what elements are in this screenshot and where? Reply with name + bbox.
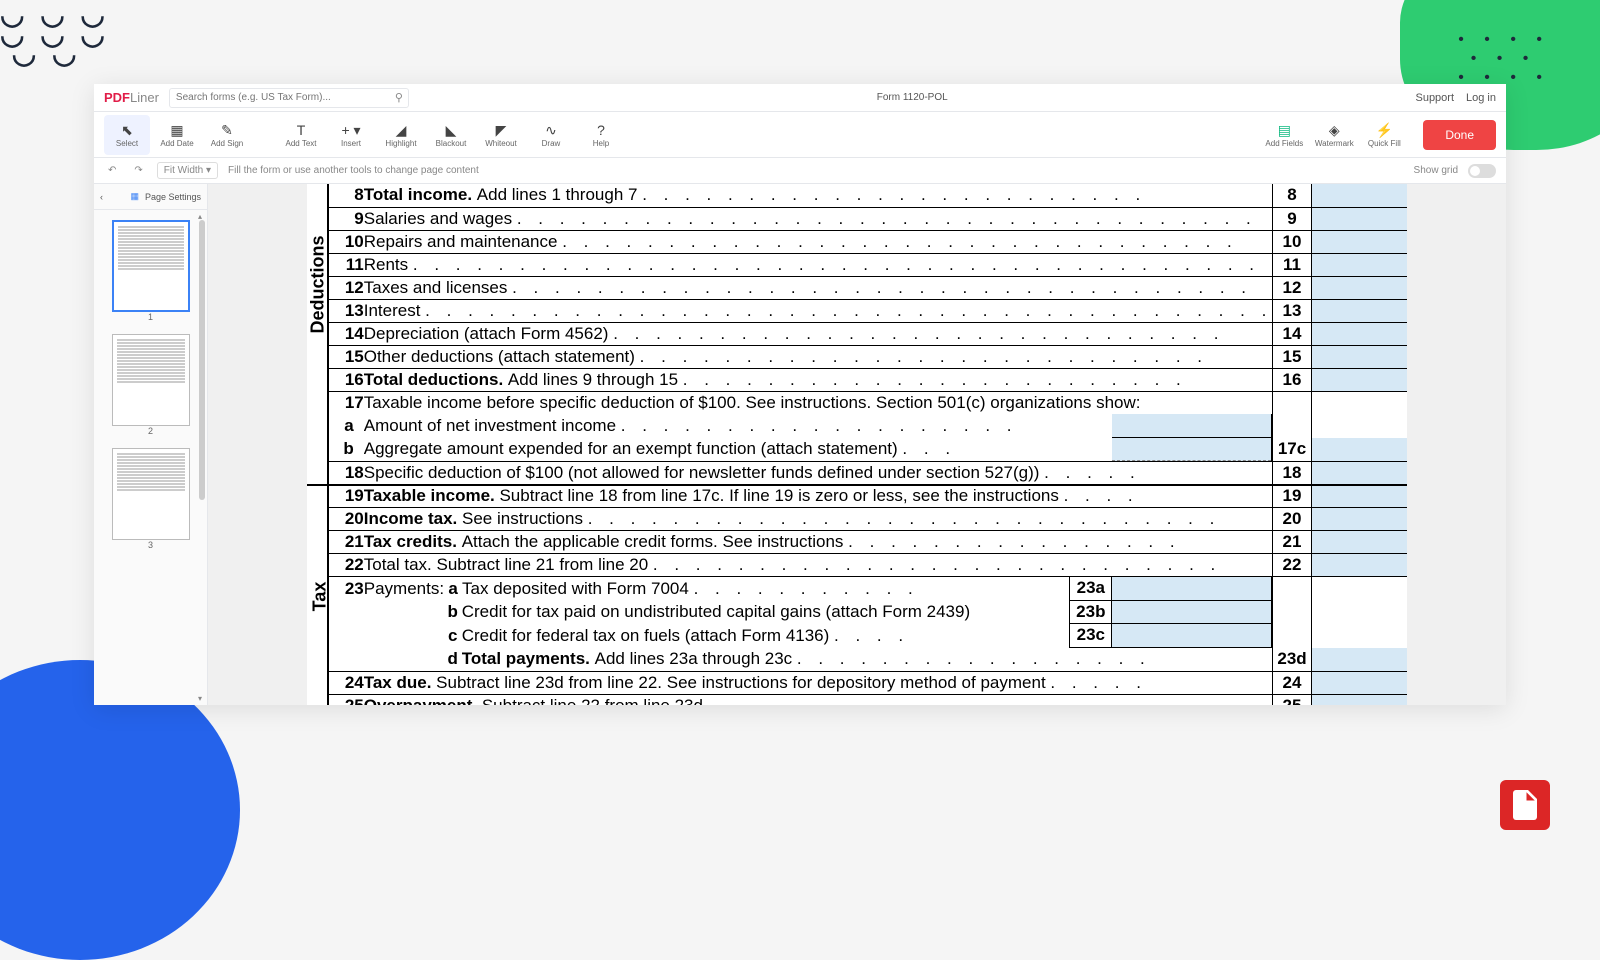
line-24-field[interactable] xyxy=(1311,671,1407,694)
line-23c-field[interactable] xyxy=(1112,624,1272,647)
help-icon: ? xyxy=(597,121,605,139)
document-title: Form 1120-POL xyxy=(409,92,1416,103)
main-area: ‹ ▦ Page Settings ▴ 1 2 3 xyxy=(94,184,1506,705)
line-12-field[interactable] xyxy=(1311,276,1407,299)
sidebar-scrollbar[interactable] xyxy=(199,220,205,500)
plus-icon: + ▾ xyxy=(341,121,360,139)
calendar-icon: ▦ xyxy=(170,121,183,139)
section-deductions: Deductions xyxy=(307,184,328,485)
tool-add-text[interactable]: TAdd Text xyxy=(278,115,324,155)
line-8-box: 8 xyxy=(1273,184,1311,207)
highlight-icon: ◢ xyxy=(396,121,407,139)
line-13-field[interactable] xyxy=(1311,299,1407,322)
form-page: Deductions 8 Total income. Add lines 1 t… xyxy=(307,184,1407,705)
zoom-select[interactable]: Fit Width ▾ xyxy=(157,162,218,179)
text-icon: T xyxy=(297,121,306,139)
line-20-field[interactable] xyxy=(1311,508,1407,531)
logo-pdf: PDF xyxy=(104,90,130,105)
scroll-down-icon[interactable]: ▾ xyxy=(195,694,205,703)
tool-select[interactable]: ⬉Select xyxy=(104,115,150,155)
pen-icon: ✎ xyxy=(221,121,233,139)
page-thumbnail-3[interactable]: 3 xyxy=(112,448,190,550)
decor-dots-top-right: • • • • • • • • • • • xyxy=(1458,30,1550,88)
top-bar: PDFLiner ⚲ Form 1120-POL Support Log in xyxy=(94,84,1506,112)
undo-button[interactable]: ↶ xyxy=(104,163,120,178)
line-18-field[interactable] xyxy=(1311,462,1407,485)
decor-blob-blue xyxy=(0,660,240,960)
line-25-field[interactable] xyxy=(1311,694,1407,705)
line-16-field[interactable] xyxy=(1311,368,1407,391)
cursor-icon: ⬉ xyxy=(121,121,133,139)
line-15-field[interactable] xyxy=(1311,345,1407,368)
tool-highlight[interactable]: ◢Highlight xyxy=(378,115,424,155)
line-23a-field[interactable] xyxy=(1112,577,1272,600)
show-grid-label: Show grid xyxy=(1414,165,1458,176)
line-10-field[interactable] xyxy=(1311,230,1407,253)
line-8-num: 8 xyxy=(328,184,364,207)
tool-insert[interactable]: + ▾Insert xyxy=(328,115,374,155)
fields-icon: ▤ xyxy=(1278,121,1291,139)
draw-icon: ∿ xyxy=(545,121,557,139)
logo-liner: Liner xyxy=(130,90,159,105)
tool-add-date[interactable]: ▦Add Date xyxy=(154,115,200,155)
line-19-field[interactable] xyxy=(1311,485,1407,508)
line-17b-field[interactable] xyxy=(1112,438,1272,461)
blackout-icon: ◣ xyxy=(446,121,457,139)
line-17c-field[interactable] xyxy=(1311,438,1407,462)
support-link[interactable]: Support xyxy=(1415,92,1454,104)
tool-help[interactable]: ?Help xyxy=(578,115,624,155)
page-thumbnail-1[interactable]: 1 xyxy=(112,220,190,322)
pdf-badge-icon xyxy=(1500,780,1550,830)
redo-button[interactable]: ↷ xyxy=(130,163,146,178)
watermark-icon: ◈ xyxy=(1329,121,1340,139)
app-window: PDFLiner ⚲ Form 1120-POL Support Log in … xyxy=(94,84,1506,705)
decor-dots-top-left: ◡ ◡ ◡ ◡ ◡ ◡ ◡ ◡ xyxy=(0,5,109,64)
whiteout-icon: ◤ xyxy=(496,121,507,139)
tool-add-sign[interactable]: ✎Add Sign xyxy=(204,115,250,155)
line-17a-field[interactable] xyxy=(1112,414,1272,437)
thumbnails-sidebar: ‹ ▦ Page Settings ▴ 1 2 3 xyxy=(94,184,208,705)
line-11-field[interactable] xyxy=(1311,253,1407,276)
tool-blackout[interactable]: ◣Blackout xyxy=(428,115,474,155)
toolbar: ⬉Select ▦Add Date ✎Add Sign TAdd Text + … xyxy=(94,112,1506,158)
line-23b-field[interactable] xyxy=(1112,601,1272,624)
document-viewport[interactable]: Deductions 8 Total income. Add lines 1 t… xyxy=(208,184,1506,705)
line-21-field[interactable] xyxy=(1311,531,1407,554)
tool-draw[interactable]: ∿Draw xyxy=(528,115,574,155)
done-button[interactable]: Done xyxy=(1423,120,1496,150)
hint-text: Fill the form or use another tools to ch… xyxy=(228,165,479,176)
sub-toolbar: ↶ ↷ Fit Width ▾ Fill the form or use ano… xyxy=(94,158,1506,184)
tax-form-table: Deductions 8 Total income. Add lines 1 t… xyxy=(307,184,1407,705)
line-8-field[interactable] xyxy=(1311,184,1407,207)
line-8-desc: Total income. Add lines 1 through 7 . . … xyxy=(364,184,1273,207)
line-22-field[interactable] xyxy=(1311,554,1407,577)
line-9-field[interactable] xyxy=(1311,207,1407,230)
line-23d-field[interactable] xyxy=(1311,648,1407,672)
show-grid-toggle[interactable] xyxy=(1468,164,1496,178)
line-14-field[interactable] xyxy=(1311,322,1407,345)
section-tax: Tax xyxy=(307,485,328,706)
tool-add-fields[interactable]: ▤Add Fields xyxy=(1261,115,1307,155)
collapse-sidebar-icon[interactable]: ‹ xyxy=(100,192,103,202)
thumbnail-list[interactable]: ▴ 1 2 3 ▾ xyxy=(94,210,207,705)
page-thumbnail-2[interactable]: 2 xyxy=(112,334,190,436)
bolt-icon: ⚡ xyxy=(1376,121,1393,139)
tool-quick-fill[interactable]: ⚡Quick Fill xyxy=(1361,115,1407,155)
tool-watermark[interactable]: ◈Watermark xyxy=(1311,115,1357,155)
page-settings-link[interactable]: Page Settings xyxy=(145,192,201,202)
search-input[interactable] xyxy=(169,88,409,108)
login-link[interactable]: Log in xyxy=(1466,92,1496,104)
logo[interactable]: PDFLiner xyxy=(104,90,159,105)
tool-whiteout[interactable]: ◤Whiteout xyxy=(478,115,524,155)
page-settings-icon[interactable]: ▦ xyxy=(130,191,139,202)
